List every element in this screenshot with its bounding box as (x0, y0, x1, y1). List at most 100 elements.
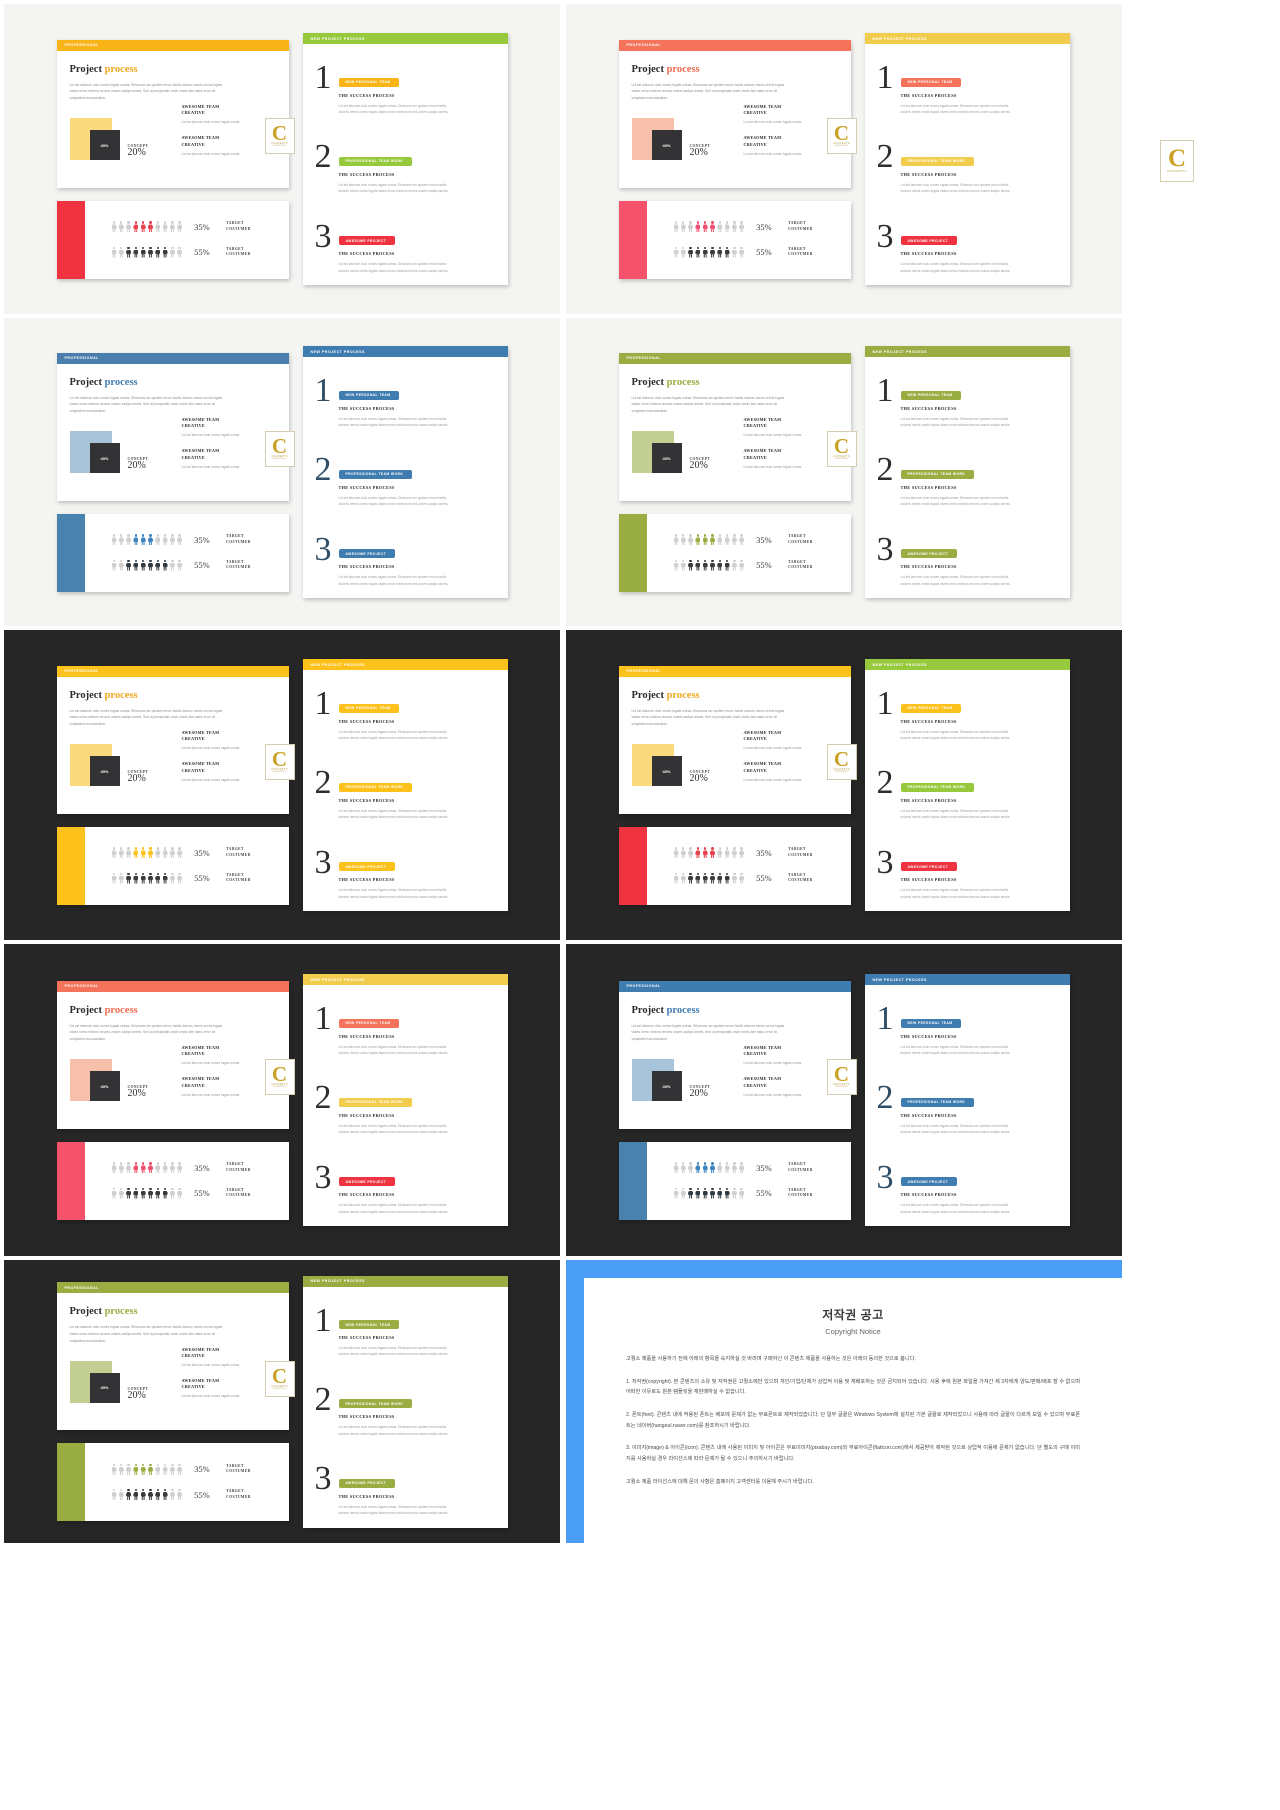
card-new-project-process[interactable]: NEW PROJECT PROCESS 1 NEW PERSONAL TEAM THE… (864, 33, 1070, 285)
card-target-customer[interactable]: 35% TARGET COSTUMER 55% TARGET COSTUMER (56, 513, 289, 592)
card-project-process[interactable]: PROFESSIONAL Project process Lid est labor… (618, 39, 857, 188)
page-title: Project process (69, 1306, 138, 1317)
stat-row: 35% TARGET COSTUMER (674, 534, 851, 545)
card-target-customer[interactable]: 35% TARGET COSTUMER 55% TARGET COSTUMER (618, 826, 851, 905)
copyright-title-en: Copyright Notice (825, 1327, 881, 1336)
card-new-project-process[interactable]: NEW PROJECT PROCESS 1 NEW PERSONAL TEAM THE… (302, 346, 508, 598)
person-icon (126, 559, 131, 571)
template-preview-grid: PROFESSIONAL Project process Lid est labor… (0, 0, 1280, 1543)
preview-cell[interactable]: PROFESSIONAL Project process Lid est labor… (566, 630, 1122, 940)
slide-variant-v5[interactable]: PROFESSIONAL Project process Lid est labor… (4, 630, 560, 940)
slide-variant-v4[interactable]: PROFESSIONAL Project process Lid est labor… (566, 318, 1122, 626)
card-project-process[interactable]: PROFESSIONAL Project process Lid est labor… (56, 665, 295, 814)
slide-variant-v9[interactable]: PROFESSIONAL Project process Lid est labor… (4, 1260, 560, 1543)
card-target-customer[interactable]: 35% TARGET COSTUMER 55% TARGET COSTUMER (56, 1443, 289, 1521)
preview-cell[interactable]: PROFESSIONAL Project process Lid est labor… (566, 944, 1122, 1256)
card-target-customer[interactable]: 35% TARGET COSTUMER 55% TARGET COSTUMER (56, 1141, 289, 1220)
person-icon (674, 559, 679, 571)
preview-cell[interactable]: PROFESSIONAL Project process Lid est labor… (4, 944, 560, 1256)
slide-variant-v3[interactable]: PROFESSIONAL Project process Lid est labor… (4, 318, 560, 626)
slide-right[interactable]: NEW PROJECT PROCESS 1 NEW PERSONAL TEAM THE… (864, 346, 1070, 598)
step-tag: PROFESSIONAL TEAM WORK (338, 156, 413, 166)
slide-right[interactable]: NEW PROJECT PROCESS 1 NEW PERSONAL TEAM THE… (302, 33, 508, 285)
slide-left[interactable]: PROFESSIONAL Project process Lid est labor… (56, 1282, 295, 1521)
card-project-process[interactable]: PROFESSIONAL Project process Lid est labor… (56, 352, 295, 501)
copyright-body: 고퀄소 제품을 사용하기 전에 아래의 항목을 숙지하실 것 바라며 구매하신 … (626, 1354, 1080, 1487)
slide-right[interactable]: NEW PROJECT PROCESS 1 NEW PERSONAL TEAM THE… (864, 33, 1070, 285)
copyright-slide[interactable]: 저작권 공고 Copyright Notice 고퀄소 제품을 사용하기 전에 아래… (566, 140, 1194, 1543)
person-icon (141, 1489, 146, 1500)
process-step: 3 AWESOME PROJECT THE SUCCESS PROCESS Lid e… (877, 1160, 1056, 1215)
logo-letter: C (271, 1062, 288, 1087)
slide-variant-v1[interactable]: PROFESSIONAL Project process Lid est labor… (4, 4, 560, 314)
slide-right[interactable]: NEW PROJECT PROCESS 1 NEW PERSONAL TEAM THE… (302, 659, 508, 911)
badge-square: 40% (89, 1071, 120, 1102)
slide-left[interactable]: PROFESSIONAL Project process Lid est labor… (618, 665, 857, 905)
slide-left[interactable]: PROFESSIONAL Project process Lid est labor… (618, 39, 857, 279)
card-new-project-process[interactable]: NEW PROJECT PROCESS 1 NEW PERSONAL TEAM THE… (302, 659, 508, 911)
slide-variant-v2[interactable]: PROFESSIONAL Project process Lid est labor… (566, 4, 1122, 314)
logo-sub: PRESENTATION (834, 458, 849, 461)
slide-variant-v7[interactable]: PROFESSIONAL Project process Lid est labor… (4, 944, 560, 1256)
card-target-customer[interactable]: 35% TARGET COSTUMER 55% TARGET COSTUMER (56, 826, 289, 905)
slide-right[interactable]: NEW PROJECT PROCESS 1 NEW PERSONAL TEAM THE… (864, 974, 1070, 1226)
card-new-project-process[interactable]: NEW PROJECT PROCESS 1 NEW PERSONAL TEAM THE… (302, 974, 508, 1226)
step-tag: AWESOME PROJECT (338, 1478, 396, 1488)
card-project-process[interactable]: PROFESSIONAL Project process Lid est labor… (56, 980, 295, 1129)
slide-variant-v8[interactable]: PROFESSIONAL Project process Lid est labor… (566, 944, 1122, 1256)
card-project-process[interactable]: PROFESSIONAL Project process Lid est labor… (56, 39, 295, 188)
logo-sub: PRESENTATION (272, 1387, 287, 1390)
preview-cell[interactable]: PROFESSIONAL Project process Lid est labor… (566, 4, 1122, 314)
person-icon (717, 1162, 722, 1173)
process-step: 3 AWESOME PROJECT THE SUCCESS PROCESS Lid e… (876, 530, 1056, 587)
card-project-process[interactable]: PROFESSIONAL Project process Lid est labor… (56, 1282, 295, 1430)
slide-left[interactable]: PROFESSIONAL Project process Lid est labor… (618, 352, 857, 592)
card-new-project-process[interactable]: NEW PROJECT PROCESS 1 NEW PERSONAL TEAM THE… (864, 346, 1070, 598)
card-project-process[interactable]: PROFESSIONAL Project process Lid est labor… (618, 352, 857, 501)
preview-cell[interactable]: PROFESSIONAL Project process Lid est labor… (566, 318, 1122, 626)
card-target-customer[interactable]: 35% TARGET COSTUMER 55% TARGET COSTUMER (618, 200, 851, 279)
card-target-customer[interactable]: 35% TARGET COSTUMER 55% TARGET COSTUMER (56, 200, 289, 279)
preview-cell[interactable]: PROFESSIONAL Project process Lid est labor… (4, 318, 560, 626)
slide-left[interactable]: PROFESSIONAL Project process Lid est labor… (56, 980, 295, 1220)
person-icon (695, 847, 700, 858)
preview-cell[interactable]: PROFESSIONAL Project process Lid est labor… (4, 630, 560, 940)
person-icon (703, 1162, 708, 1173)
card-new-project-process[interactable]: NEW PROJECT PROCESS 1 NEW PERSONAL TEAM THE… (864, 974, 1070, 1226)
stat-percent: 55% (756, 247, 772, 258)
card-new-project-process[interactable]: NEW PROJECT PROCESS 1 NEW PERSONAL TEAM THE… (302, 33, 508, 285)
card-target-customer[interactable]: 35% TARGET COSTUMER 55% TARGET COSTUMER (618, 513, 851, 592)
card-new-project-process[interactable]: NEW PROJECT PROCESS 1 NEW PERSONAL TEAM THE… (864, 659, 1070, 911)
preview-cell[interactable]: PROFESSIONAL Project process Lid est labor… (4, 1260, 560, 1543)
page-title: Project process (69, 63, 138, 75)
person-icon (674, 847, 679, 858)
slide-right[interactable]: NEW PROJECT PROCESS 1 NEW PERSONAL TEAM THE… (864, 659, 1070, 911)
card-caption-bar: NEW PROJECT PROCESS (302, 974, 508, 985)
slide-right[interactable]: NEW PROJECT PROCESS 1 NEW PERSONAL TEAM THE… (302, 974, 508, 1226)
stat-percent: 35% (756, 1162, 772, 1173)
slide-left[interactable]: PROFESSIONAL Project process Lid est labor… (618, 980, 857, 1220)
card-project-process[interactable]: PROFESSIONAL Project process Lid est labor… (618, 980, 857, 1129)
preview-cell[interactable]: PROFESSIONAL Project process Lid est labor… (4, 4, 560, 314)
brand-logo: C CONCEPTS (1160, 140, 1194, 182)
caption-label: NEW PROJECT PROCESS (310, 1278, 365, 1284)
slide-left[interactable]: PROFESSIONAL Project process Lid est labor… (56, 39, 295, 279)
person-icon (739, 872, 744, 884)
card-project-process[interactable]: PROFESSIONAL Project process Lid est labor… (618, 665, 857, 814)
slide-variant-v6[interactable]: PROFESSIONAL Project process Lid est labor… (566, 630, 1122, 940)
slide-right[interactable]: NEW PROJECT PROCESS 1 NEW PERSONAL TEAM THE… (302, 1275, 508, 1528)
step-number: 1 (876, 1000, 894, 1037)
slide-right[interactable]: NEW PROJECT PROCESS 1 NEW PERSONAL TEAM THE… (302, 346, 508, 598)
person-icon (133, 534, 138, 545)
caption-label: PROFESSIONAL (64, 42, 99, 48)
logo-sub: PRESENTATION (834, 1086, 849, 1089)
badge-value: 40% (662, 768, 671, 774)
slide-left[interactable]: PROFESSIONAL Project process Lid est labor… (56, 352, 295, 592)
step-number: 3 (876, 530, 894, 568)
step-number: 1 (314, 685, 332, 722)
step-heading: THE SUCCESS PROCESS (900, 1112, 957, 1118)
card-target-customer[interactable]: 35% TARGET COSTUMER 55% TARGET COSTUMER (618, 1141, 851, 1220)
slide-left[interactable]: PROFESSIONAL Project process Lid est labor… (56, 665, 295, 905)
step-tag: NEW PERSONAL TEAM (900, 1018, 962, 1028)
card-new-project-process[interactable]: NEW PROJECT PROCESS 1 NEW PERSONAL TEAM THE… (302, 1275, 508, 1528)
